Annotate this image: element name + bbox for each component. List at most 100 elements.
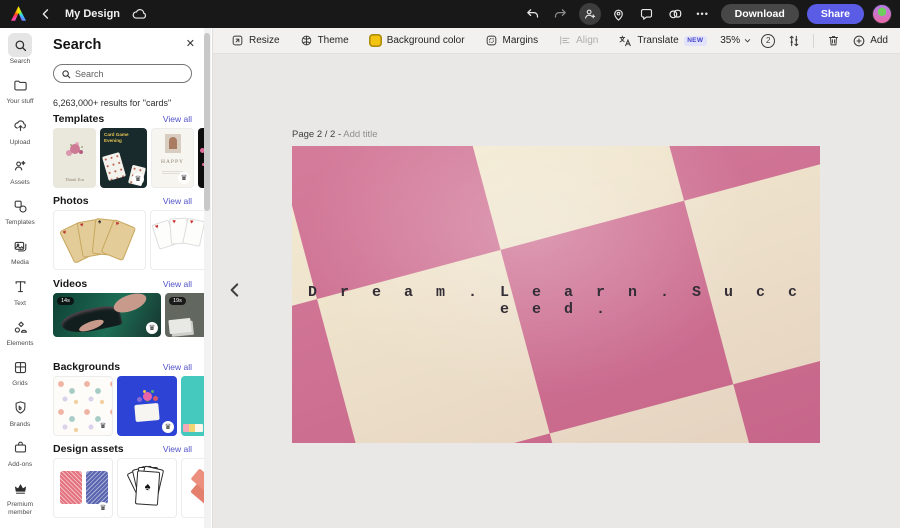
sidebar-item-search[interactable]: Search bbox=[0, 33, 40, 66]
view-all-photos[interactable]: View all bbox=[163, 196, 192, 206]
zoom-level: 35% bbox=[720, 35, 741, 46]
photo-art bbox=[165, 134, 181, 153]
search-input[interactable] bbox=[75, 68, 175, 79]
duration-badge: 19s bbox=[169, 297, 186, 305]
add-page-button[interactable]: Add bbox=[852, 34, 888, 48]
add-ons-icon bbox=[8, 436, 32, 460]
location-pin-icon[interactable] bbox=[609, 4, 629, 24]
page-label[interactable]: Page 2 / 2 - Add title bbox=[292, 129, 378, 140]
margins-icon bbox=[486, 35, 496, 46]
zoom-control[interactable]: 35% bbox=[720, 35, 752, 46]
panel-scrollbar-thumb[interactable] bbox=[203, 33, 210, 211]
background-thumb-pattern[interactable]: ♛ bbox=[53, 376, 113, 436]
share-screen-icon[interactable] bbox=[665, 4, 685, 24]
media-icon bbox=[8, 234, 32, 258]
translate-button[interactable]: Translate NEW bbox=[608, 28, 716, 54]
asset-thumb-arm[interactable] bbox=[181, 458, 205, 518]
search-icon bbox=[8, 33, 32, 57]
asset-thumb-card-backs[interactable]: ♛ bbox=[53, 458, 113, 518]
sidebar-item-premium[interactable]: Premium member bbox=[0, 476, 40, 517]
add-circle-icon bbox=[853, 35, 865, 46]
redo-button[interactable] bbox=[551, 4, 571, 24]
background-thumb-flowers[interactable]: ♛ bbox=[117, 376, 177, 436]
pro-crown-badge: ♛ bbox=[146, 322, 158, 334]
background-thumb-teal[interactable] bbox=[181, 376, 205, 436]
photo-thumb-hand-cards[interactable] bbox=[150, 210, 205, 270]
card-back-art bbox=[86, 471, 108, 504]
view-all-videos[interactable]: View all bbox=[163, 279, 192, 289]
brands-icon bbox=[8, 396, 32, 420]
previous-page-button[interactable] bbox=[223, 275, 247, 305]
user-avatar[interactable] bbox=[872, 4, 892, 24]
sidebar-item-your-stuff[interactable]: Your stuff bbox=[0, 73, 40, 106]
trash-icon bbox=[828, 35, 838, 46]
quote-text[interactable]: D r e a m . L e a r n . S u c c e e d . bbox=[292, 284, 820, 318]
theme-button[interactable]: Theme bbox=[290, 28, 359, 54]
sidebar-item-add-ons[interactable]: Add-ons bbox=[0, 436, 40, 469]
sidebar-item-brands[interactable]: Brands bbox=[0, 396, 40, 429]
search-input-wrap bbox=[53, 64, 192, 83]
margins-button[interactable]: Margins bbox=[475, 28, 549, 54]
houses-art bbox=[183, 424, 203, 432]
section-title-templates: Templates bbox=[53, 113, 105, 125]
more-options-button[interactable]: ••• bbox=[693, 4, 713, 24]
sidebar-item-elements[interactable]: Elements bbox=[0, 315, 40, 348]
app-logo-icon[interactable] bbox=[11, 6, 26, 21]
view-all-design-assets[interactable]: View all bbox=[163, 444, 192, 454]
results-count: 6,263,000+ results for "cards" bbox=[53, 98, 172, 108]
share-button[interactable]: Share bbox=[806, 4, 864, 24]
toolbar-divider bbox=[813, 33, 815, 48]
sidebar-item-grids[interactable]: Grids bbox=[0, 355, 40, 388]
canvas-toolbar: Resize Theme Background color Margins Al… bbox=[213, 28, 900, 54]
view-all-backgrounds[interactable]: View all bbox=[163, 362, 192, 372]
resize-button[interactable]: Resize bbox=[221, 28, 290, 54]
panel-scrollbar-track[interactable] bbox=[203, 28, 211, 528]
pro-crown-badge: ♛ bbox=[178, 172, 190, 184]
sidebar-item-templates[interactable]: Templates bbox=[0, 194, 40, 227]
top-bar: My Design ••• Download Share bbox=[0, 0, 900, 28]
template-thumb-card-game[interactable]: Card Game Evening ♛ bbox=[100, 128, 147, 188]
chevron-left-icon bbox=[230, 283, 239, 297]
add-title-placeholder[interactable]: Add title bbox=[343, 129, 377, 140]
photo-thumb-gold-cards[interactable] bbox=[53, 210, 146, 270]
asset-thumb-card-fan[interactable] bbox=[117, 458, 177, 518]
sidebar-item-media[interactable]: Media bbox=[0, 234, 40, 267]
sidebar-item-upload[interactable]: Upload bbox=[0, 114, 40, 147]
template-thumb-happy[interactable]: HAPPY ♛ bbox=[151, 128, 194, 188]
view-all-templates[interactable]: View all bbox=[163, 114, 192, 124]
app-window: My Design ••• Download Share Search Your… bbox=[0, 0, 900, 528]
resize-icon bbox=[232, 35, 243, 46]
pro-crown-badge: ♛ bbox=[132, 173, 144, 185]
background-color-button[interactable]: Background color bbox=[359, 28, 475, 54]
back-button[interactable] bbox=[36, 4, 56, 24]
canvas-page[interactable]: D r e a m . L e a r n . S u c c e e d . bbox=[292, 146, 820, 443]
page-count-button[interactable]: 2 bbox=[761, 33, 776, 48]
card-art bbox=[101, 152, 127, 181]
translate-icon bbox=[619, 35, 632, 46]
align-button: Align bbox=[548, 28, 608, 54]
sidebar-rail: Search Your stuff Upload Assets Template… bbox=[0, 28, 40, 528]
duration-badge: 14s bbox=[57, 297, 74, 305]
sidebar-item-assets[interactable]: Assets bbox=[0, 154, 40, 187]
close-icon[interactable]: ✕ bbox=[186, 37, 195, 50]
section-title-photos: Photos bbox=[53, 195, 89, 207]
delete-page-button[interactable] bbox=[823, 31, 843, 51]
elements-icon bbox=[8, 315, 32, 339]
add-collaborator-button[interactable] bbox=[578, 3, 601, 25]
download-button[interactable]: Download bbox=[720, 4, 799, 24]
template-thumb-flower[interactable]: Thank You bbox=[53, 128, 96, 188]
section-title-videos: Videos bbox=[53, 278, 88, 290]
canvas-area: Resize Theme Background color Margins Al… bbox=[213, 28, 900, 528]
upload-cloud-icon bbox=[8, 114, 32, 138]
cloud-sync-icon bbox=[129, 4, 149, 24]
comment-button[interactable] bbox=[637, 4, 657, 24]
card-art bbox=[182, 217, 205, 247]
video-thumb-shuffle[interactable]: 14s ♛ bbox=[53, 293, 161, 337]
undo-button[interactable] bbox=[523, 4, 543, 24]
document-title[interactable]: My Design bbox=[65, 8, 120, 20]
pro-crown-badge: ♛ bbox=[97, 420, 109, 432]
reorder-pages-icon[interactable] bbox=[784, 31, 804, 51]
section-title-design-assets: Design assets bbox=[53, 443, 124, 455]
sidebar-item-text[interactable]: Text bbox=[0, 275, 40, 308]
video-thumb-laptop[interactable]: 19s bbox=[165, 293, 205, 337]
